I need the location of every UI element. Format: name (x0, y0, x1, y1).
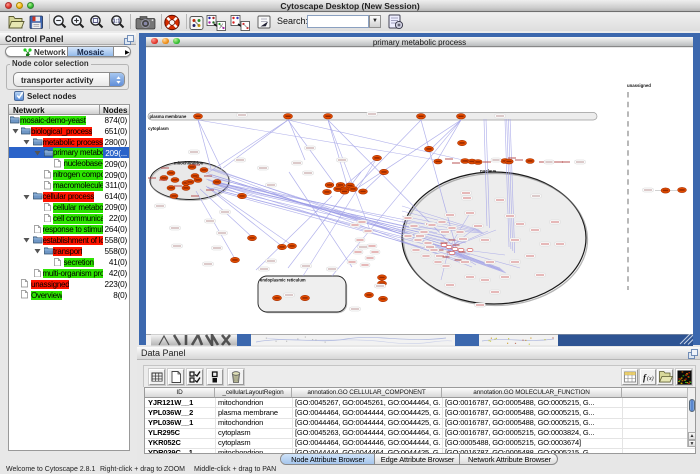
svg-text:cytoplasm: cytoplasm (148, 126, 169, 131)
svg-text:plasma membrane: plasma membrane (150, 114, 187, 119)
svg-text:endoplasmic reticulum: endoplasmic reticulum (260, 278, 306, 283)
svg-text:nucleus: nucleus (480, 169, 497, 174)
svg-text:unassigned: unassigned (627, 83, 651, 88)
svg-text:(x): (x) (647, 375, 654, 382)
svg-text:1:1: 1:1 (113, 19, 121, 25)
